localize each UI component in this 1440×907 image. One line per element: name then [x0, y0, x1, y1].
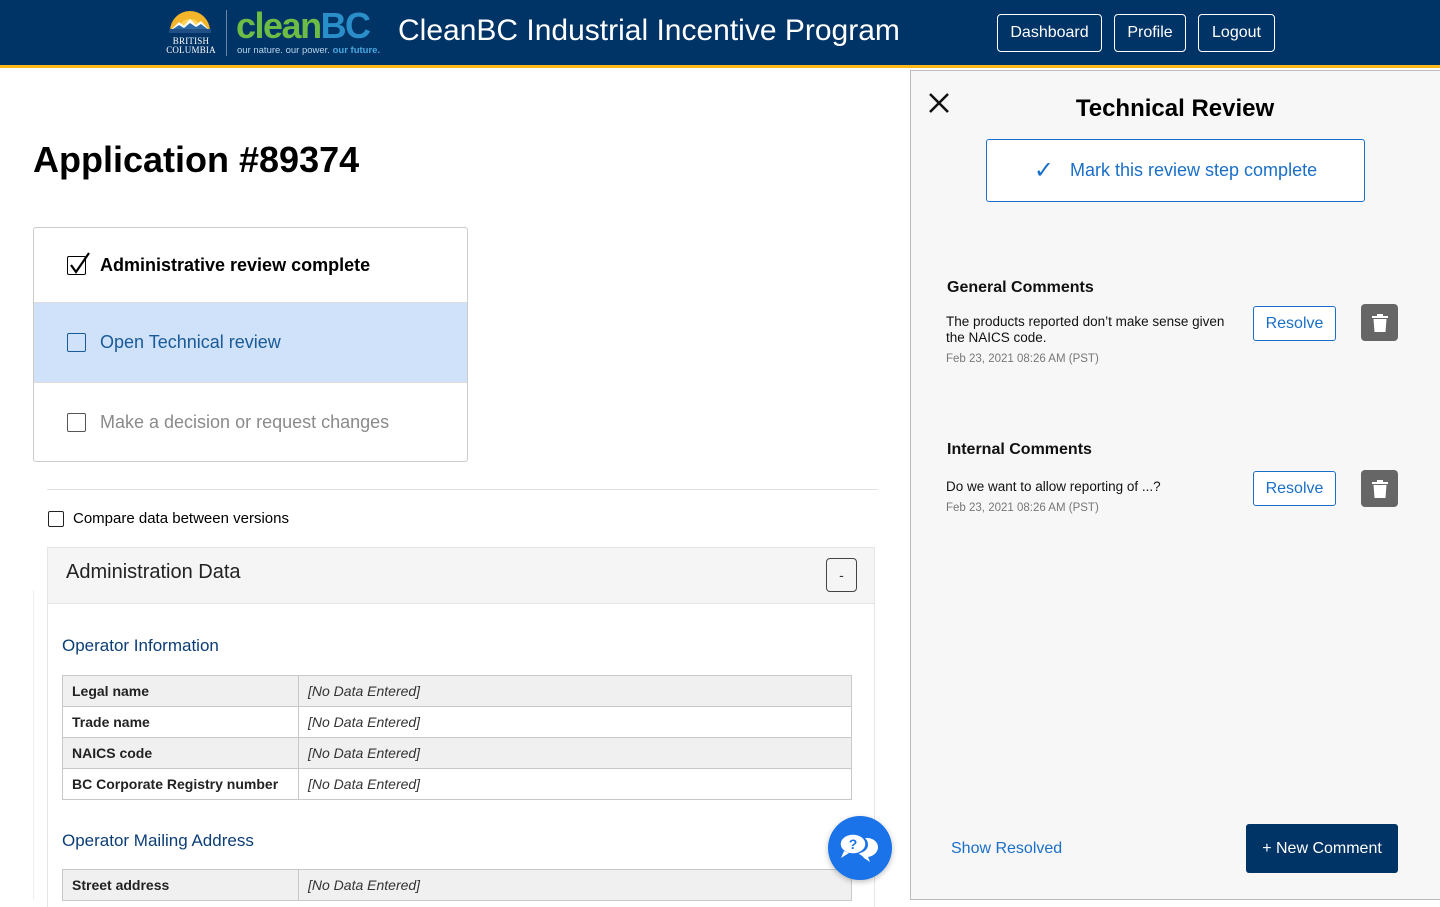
delete-comment-button[interactable] [1361, 304, 1398, 341]
card-title: Administration Data [66, 561, 241, 583]
divider [47, 489, 878, 490]
unchecked-checkbox-icon [67, 333, 86, 352]
field-value: [No Data Entered] [298, 675, 852, 707]
section-title-operator-information: Operator Information [62, 636, 219, 655]
field-value: [No Data Entered] [298, 737, 852, 769]
show-resolved-link[interactable]: Show Resolved [951, 840, 1062, 858]
review-step-decision[interactable]: Make a decision or request changes [34, 382, 467, 461]
app-title: CleanBC Industrial Incentive Program [398, 14, 900, 47]
bc-government-logo[interactable]: British Columbia [164, 9, 218, 57]
bc-sun-mountains-icon [169, 11, 211, 33]
field-label: BC Corporate Registry number [62, 768, 299, 800]
panel-title: Technical Review [1075, 95, 1275, 122]
review-steps-list: Administrative review complete Open Tech… [33, 227, 468, 462]
comment-text: Do we want to allow reporting of ...? [946, 479, 1161, 494]
checked-checkbox-icon [67, 251, 90, 275]
checkmark-icon: ✓ [1033, 157, 1054, 184]
logout-button[interactable]: Logout [1198, 14, 1275, 52]
table-row: BC Corporate Registry number [No Data En… [62, 768, 852, 800]
general-comments-heading: General Comments [947, 279, 1094, 296]
cleanbc-logo-clean: clean [236, 5, 322, 46]
comment-date: Feb 23, 2021 08:26 AM (PST) [946, 502, 1099, 514]
table-row: NAICS code [No Data Entered] [62, 737, 852, 769]
top-header: British Columbia cleanBC our nature. our… [0, 0, 1440, 68]
table-row: Legal name [No Data Entered] [62, 675, 852, 707]
field-label: Legal name [62, 675, 299, 707]
cleanbc-logo-bc: BC [320, 5, 372, 46]
mark-complete-label: Mark this review step complete [1070, 160, 1318, 180]
svg-text:?: ? [849, 836, 858, 852]
operator-information-table: Legal name [No Data Entered] Trade name … [62, 675, 852, 800]
technical-review-panel: Technical Review ✓ Mark this review step… [910, 70, 1440, 900]
page-title: Application #89374 [33, 139, 360, 180]
compare-versions-toggle[interactable]: Compare data between versions [48, 510, 289, 527]
review-step-label: Open Technical review [100, 332, 281, 352]
collapse-button[interactable]: - [826, 558, 857, 592]
tagline-bold: our future. [332, 45, 381, 56]
field-value: [No Data Entered] [298, 768, 852, 800]
bc-logo-text: British Columbia [164, 37, 218, 55]
field-label: Trade name [62, 706, 299, 738]
cleanbc-tagline: our nature. our power. our future. [237, 45, 380, 56]
review-step-label: Make a decision or request changes [100, 411, 390, 432]
field-label: NAICS code [62, 737, 299, 769]
review-step-label: Administrative review complete [100, 254, 371, 275]
table-row: Street address [No Data Entered] [62, 869, 852, 901]
unchecked-checkbox-icon [67, 412, 86, 432]
review-step-technical[interactable]: Open Technical review [34, 303, 467, 382]
resolve-comment-button[interactable]: Resolve [1253, 306, 1336, 341]
compare-checkbox[interactable] [48, 510, 64, 527]
bc-logo-line-2: Columbia [166, 45, 216, 55]
help-chat-button[interactable]: ? [828, 816, 892, 880]
profile-button[interactable]: Profile [1114, 14, 1186, 52]
new-comment-button[interactable]: + New Comment [1246, 824, 1398, 873]
field-label: Street address [62, 869, 299, 901]
internal-comments-heading: Internal Comments [947, 441, 1092, 458]
table-row: Trade name [No Data Entered] [62, 706, 852, 738]
comment-text: The products reported don’t make sense g… [946, 314, 1225, 345]
compare-label: Compare data between versions [73, 510, 289, 527]
trash-icon [1371, 313, 1388, 332]
logo-divider [226, 10, 227, 56]
review-step-admin[interactable]: Administrative review complete [34, 228, 467, 303]
comment-date: Feb 23, 2021 08:26 AM (PST) [946, 353, 1099, 365]
tagline-plain: our nature. our power. [237, 45, 330, 56]
dashboard-button[interactable]: Dashboard [997, 14, 1102, 52]
trash-icon [1371, 479, 1388, 498]
content-edge [33, 590, 34, 900]
resolve-comment-button[interactable]: Resolve [1253, 471, 1336, 506]
mark-step-complete-button[interactable]: ✓ Mark this review step complete [986, 139, 1365, 202]
help-chat-icon: ? [839, 833, 878, 862]
administration-data-card: Administration Data - Operator Informati… [47, 547, 875, 907]
field-value: [No Data Entered] [298, 706, 852, 738]
card-header: Administration Data - [48, 548, 874, 604]
section-title-operator-mailing-address: Operator Mailing Address [62, 831, 254, 850]
cleanbc-logo[interactable]: cleanBC [236, 5, 372, 46]
operator-mailing-address-table: Street address [No Data Entered] [62, 869, 852, 901]
field-value: [No Data Entered] [298, 869, 852, 901]
delete-comment-button[interactable] [1361, 470, 1398, 507]
